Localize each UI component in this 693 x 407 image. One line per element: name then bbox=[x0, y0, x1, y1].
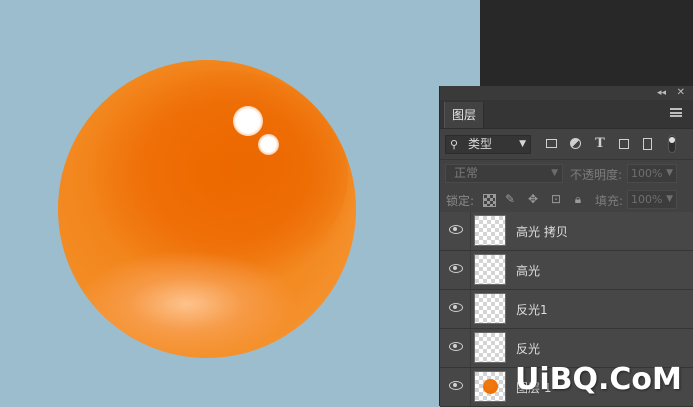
document-canvas[interactable] bbox=[0, 0, 480, 406]
filter-kind-select[interactable]: ⚲ 类型 ▼ bbox=[445, 135, 531, 154]
layer-row[interactable]: 高光 bbox=[440, 251, 693, 290]
layer-thumbnail bbox=[474, 254, 506, 285]
lock-label: 锁定: bbox=[446, 194, 475, 208]
blend-mode-value: 正常 bbox=[454, 166, 479, 180]
layer-name[interactable]: 高光 拷贝 bbox=[516, 223, 568, 240]
lock-image-pixels-icon[interactable]: ✎ bbox=[503, 192, 517, 206]
eye-icon[interactable] bbox=[449, 342, 463, 351]
eye-icon[interactable] bbox=[449, 264, 463, 273]
layer-row[interactable]: 反光1 bbox=[440, 290, 693, 329]
type-filter-icon[interactable]: T bbox=[592, 136, 608, 152]
smart-object-filter-icon[interactable] bbox=[640, 136, 656, 152]
highlight-large bbox=[233, 106, 263, 136]
panel-title-bar[interactable]: ◂◂ ✕ bbox=[440, 86, 693, 100]
close-icon[interactable]: ✕ bbox=[677, 86, 685, 100]
eye-icon[interactable] bbox=[449, 303, 463, 312]
eye-icon[interactable] bbox=[449, 381, 463, 390]
double-chevron-left-icon[interactable]: ◂◂ bbox=[657, 86, 666, 100]
lock-transparent-pixels-icon[interactable] bbox=[483, 194, 496, 207]
divider bbox=[470, 329, 471, 367]
layer-thumbnail bbox=[474, 215, 506, 246]
image-filter-icon[interactable] bbox=[544, 136, 560, 152]
opacity-input[interactable]: 100% ▼ bbox=[627, 164, 677, 183]
lock-row: 锁定: ✎ ✥ ⊡ 🔒︎ 填充: 100% ▼ bbox=[440, 186, 693, 214]
blend-row: 正常 ▼ 不透明度: 100% ▼ bbox=[440, 159, 693, 186]
divider bbox=[470, 290, 471, 328]
search-icon: ⚲ bbox=[450, 138, 459, 151]
lock-all-icon[interactable]: 🔒︎ bbox=[571, 192, 585, 206]
highlight-small bbox=[258, 134, 279, 155]
layer-thumbnail bbox=[474, 293, 506, 324]
layer-thumbnail bbox=[474, 332, 506, 363]
panel-menu-icon[interactable] bbox=[670, 108, 682, 117]
opacity-label: 不透明度: bbox=[570, 168, 623, 182]
divider bbox=[470, 212, 471, 250]
fill-value: 100% bbox=[631, 193, 663, 206]
adjustment-filter-icon[interactable] bbox=[568, 136, 584, 152]
fill-label: 填充: bbox=[595, 194, 624, 208]
layer-thumbnail bbox=[474, 371, 506, 402]
filter-kind-label: 类型 bbox=[468, 137, 493, 151]
divider bbox=[470, 251, 471, 289]
watermark: UiBQ.CoM bbox=[515, 362, 682, 397]
chevron-down-icon: ▼ bbox=[666, 168, 673, 178]
shape-filter-icon[interactable] bbox=[616, 136, 632, 152]
panel-tab-bar: 图层 bbox=[440, 100, 693, 129]
sphere-shading bbox=[98, 70, 348, 280]
opacity-value: 100% bbox=[631, 167, 663, 180]
filter-toggle[interactable] bbox=[668, 135, 676, 153]
tab-layers[interactable]: 图层 bbox=[444, 102, 484, 128]
blend-mode-select[interactable]: 正常 ▼ bbox=[445, 164, 563, 183]
orange-sphere bbox=[58, 60, 356, 358]
layer-name[interactable]: 反光1 bbox=[516, 301, 548, 318]
divider bbox=[470, 368, 471, 406]
chevron-down-icon: ▼ bbox=[551, 168, 558, 178]
layers-panel: ◂◂ ✕ 图层 ⚲ 类型 ▼ T 正常 ▼ 不透明度: 100% ▼ 锁定: ✎ bbox=[439, 86, 693, 407]
layer-filter-row: ⚲ 类型 ▼ T bbox=[440, 129, 693, 159]
layer-name[interactable]: 反光 bbox=[516, 340, 540, 357]
chevron-down-icon: ▼ bbox=[666, 194, 673, 204]
eye-icon[interactable] bbox=[449, 225, 463, 234]
fill-input[interactable]: 100% ▼ bbox=[627, 190, 677, 209]
layer-name[interactable]: 高光 bbox=[516, 262, 540, 279]
chevron-down-icon: ▼ bbox=[519, 139, 526, 149]
layer-row[interactable]: 高光 拷贝 bbox=[440, 212, 693, 251]
lock-artboard-icon[interactable]: ⊡ bbox=[549, 192, 563, 206]
lock-position-icon[interactable]: ✥ bbox=[526, 192, 540, 206]
